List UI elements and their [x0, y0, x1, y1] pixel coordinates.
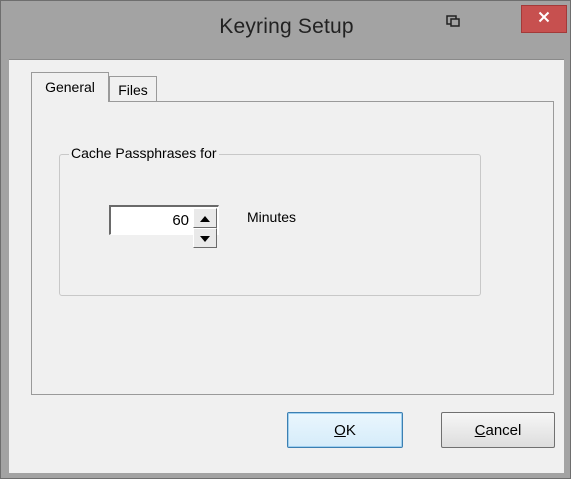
spin-buttons: [193, 208, 217, 248]
ok-label-rest: K: [345, 421, 356, 439]
ok-mnemonic: O: [334, 421, 346, 439]
ok-button[interactable]: OK: [287, 412, 403, 448]
arrow-up-icon: [200, 209, 210, 227]
spin-down-button[interactable]: [193, 228, 217, 248]
title-bar[interactable]: Keyring Setup: [1, 1, 570, 59]
close-icon: [538, 10, 550, 28]
arrow-down-icon: [200, 229, 210, 247]
cancel-mnemonic: C: [474, 421, 486, 439]
tab-files[interactable]: Files: [109, 76, 157, 102]
groupbox-title: Cache Passphrases for: [69, 145, 219, 161]
cancel-label-rest: ancel: [485, 421, 522, 439]
cache-minutes-spinbox[interactable]: 60: [109, 205, 219, 248]
window-title: Keyring Setup: [219, 15, 354, 38]
tab-general-label: General: [45, 78, 95, 95]
spin-up-button[interactable]: [193, 208, 217, 228]
keyring-setup-window: Keyring Setup General Files Cache Passph…: [0, 0, 571, 479]
tab-files-label: Files: [118, 81, 148, 98]
cancel-button[interactable]: Cancel: [441, 412, 555, 448]
minutes-label: Minutes: [247, 209, 297, 225]
close-button[interactable]: [521, 5, 567, 33]
tab-general[interactable]: General: [31, 72, 109, 102]
cache-minutes-value[interactable]: 60: [172, 212, 189, 229]
restore-window-icon[interactable]: [446, 14, 460, 27]
